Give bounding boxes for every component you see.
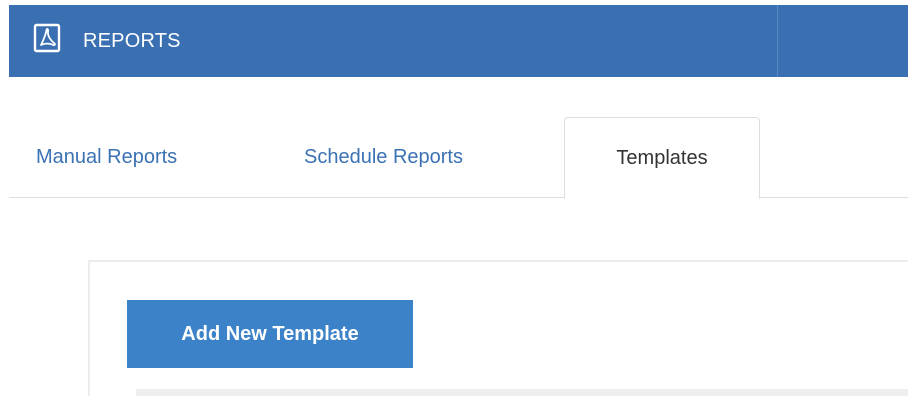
templates-table-header: [136, 389, 908, 396]
page-header: REPORTS: [9, 5, 908, 77]
pdf-file-icon: [33, 23, 61, 53]
tab-templates[interactable]: Templates: [564, 117, 760, 199]
reports-page: REPORTS Manual Reports Schedule Reports …: [0, 0, 908, 396]
tab-manual-reports[interactable]: Manual Reports: [36, 117, 177, 198]
report-tabs: Manual Reports Schedule Reports Template…: [9, 117, 908, 199]
page-title: REPORTS: [83, 30, 181, 52]
add-new-template-button[interactable]: Add New Template: [127, 300, 413, 368]
header-divider: [777, 5, 778, 77]
tab-schedule-reports[interactable]: Schedule Reports: [304, 117, 463, 198]
